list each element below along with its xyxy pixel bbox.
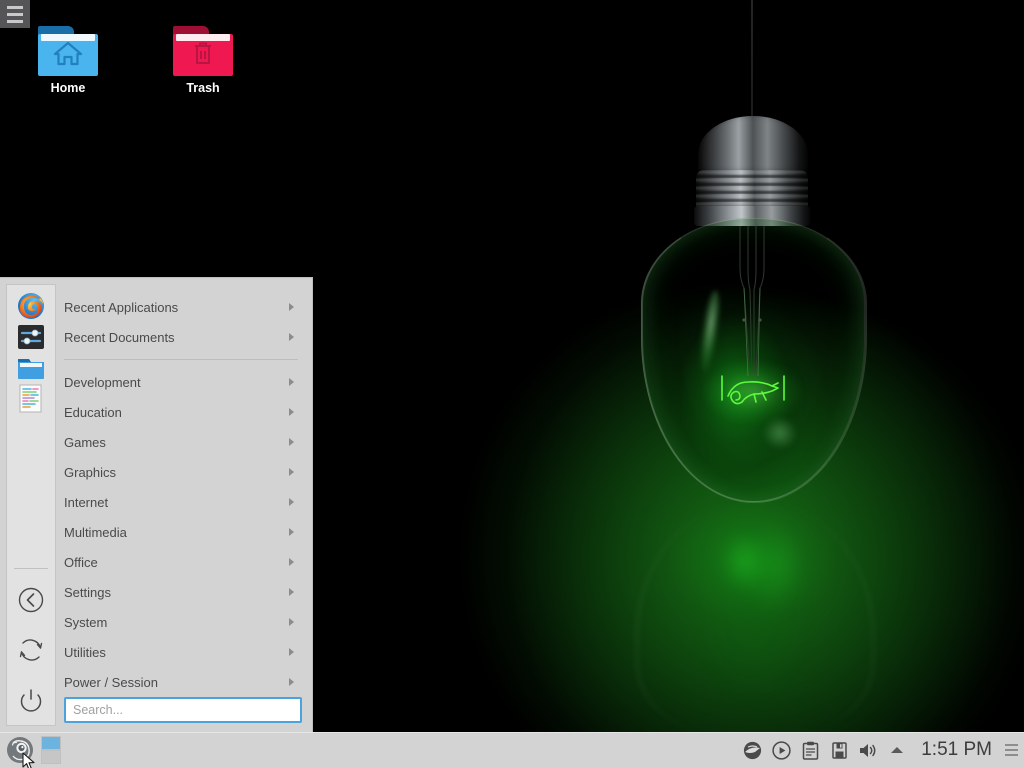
hamburger-line (7, 6, 23, 9)
hamburger-line (7, 20, 23, 23)
menu-item-label: Office (64, 555, 289, 570)
menu-item-power-session[interactable]: Power / Session (64, 667, 302, 697)
application-menu-panel: Recent Applications Recent Documents Devel… (0, 278, 312, 732)
menu-item-system[interactable]: System (64, 607, 302, 637)
favorite-settings[interactable] (9, 322, 53, 352)
submenu-arrow-icon (289, 378, 294, 386)
menu-item-office[interactable]: Office (64, 547, 302, 577)
submenu-arrow-icon (289, 618, 294, 626)
system-tray (742, 740, 915, 760)
menu-sidebar (6, 284, 56, 726)
menu-item-label: Power / Session (64, 675, 289, 690)
volume-icon[interactable] (858, 740, 878, 760)
menu-item-multimedia[interactable]: Multimedia (64, 517, 302, 547)
menu-item-label: Recent Applications (64, 300, 289, 315)
menu-item-recent-documents[interactable]: Recent Documents (64, 322, 302, 352)
clipboard-icon[interactable] (800, 740, 820, 760)
desktop-icon-label: Trash (155, 81, 251, 95)
submenu-arrow-icon (289, 498, 294, 506)
chameleon-filament-icon (716, 370, 790, 412)
submenu-arrow-icon (289, 558, 294, 566)
show-hidden-icon[interactable] (887, 740, 907, 760)
network-icon[interactable] (742, 740, 762, 760)
desktop-icon-trash[interactable]: Trash (155, 26, 251, 95)
session-restart-button[interactable] (9, 625, 53, 675)
desktop-icon-label: Home (20, 81, 116, 95)
submenu-arrow-icon (289, 303, 294, 311)
home-folder-icon (38, 26, 98, 76)
menu-item-label: Settings (64, 585, 289, 600)
menu-item-label: Games (64, 435, 289, 450)
favorite-firefox[interactable] (9, 291, 53, 321)
session-logout-button[interactable] (9, 575, 53, 625)
menu-item-recent-applications[interactable]: Recent Applications (64, 292, 302, 322)
opensuse-geeko-icon (6, 736, 34, 764)
search-input[interactable] (64, 697, 302, 723)
menu-item-development[interactable]: Development (64, 367, 302, 397)
menu-main-area: Recent Applications Recent Documents Devel… (56, 278, 312, 732)
submenu-arrow-icon (289, 333, 294, 341)
shutdown-icon (17, 686, 45, 714)
clock[interactable]: 1:51 PM (921, 739, 992, 761)
window-list[interactable] (61, 732, 742, 768)
firefox-icon (17, 292, 45, 320)
menu-item-internet[interactable]: Internet (64, 487, 302, 517)
menu-item-games[interactable]: Games (64, 427, 302, 457)
menu-item-label: Education (64, 405, 289, 420)
hamburger-line (1005, 749, 1018, 751)
menu-item-label: Internet (64, 495, 289, 510)
menu-item-label: Graphics (64, 465, 289, 480)
bulb-specular-dot (762, 418, 798, 448)
submenu-arrow-icon (289, 438, 294, 446)
menu-item-label: Development (64, 375, 289, 390)
hamburger-line (7, 13, 23, 16)
opensuse-start-button[interactable] (0, 732, 40, 768)
menu-item-graphics[interactable]: Graphics (64, 457, 302, 487)
favorite-file-manager[interactable] (9, 353, 53, 383)
workspace-1[interactable] (41, 736, 61, 750)
menu-item-label: System (64, 615, 289, 630)
desktop: Home Trash (0, 0, 1024, 768)
panel-menu-button[interactable] (1002, 740, 1020, 760)
submenu-arrow-icon (289, 648, 294, 656)
menu-item-label: Multimedia (64, 525, 289, 540)
menu-item-utilities[interactable]: Utilities (64, 637, 302, 667)
hamburger-line (1005, 754, 1018, 756)
workspace-2[interactable] (41, 750, 61, 764)
desktop-icon-home[interactable]: Home (20, 26, 116, 95)
logout-icon (17, 586, 45, 614)
hamburger-line (1005, 744, 1018, 746)
media-player-icon[interactable] (771, 740, 791, 760)
favorite-text-editor[interactable] (9, 384, 53, 414)
desktop-menu-button[interactable] (0, 0, 30, 28)
menu-item-education[interactable]: Education (64, 397, 302, 427)
sidebar-separator (14, 568, 48, 569)
submenu-arrow-icon (289, 468, 294, 476)
bulb-cap (698, 116, 808, 178)
submenu-arrow-icon (289, 408, 294, 416)
workspace-switcher[interactable] (41, 736, 61, 764)
text-editor-icon (18, 384, 44, 414)
taskbar: 1:51 PM (0, 732, 1024, 768)
trashcan-glyph (173, 40, 233, 71)
session-shutdown-button[interactable] (9, 675, 53, 725)
removable-media-icon[interactable] (829, 740, 849, 760)
submenu-arrow-icon (289, 588, 294, 596)
settings-mixer-icon (17, 324, 45, 350)
menu-item-settings[interactable]: Settings (64, 577, 302, 607)
menu-item-label: Utilities (64, 645, 289, 660)
menu-separator (64, 359, 298, 360)
menu-category-list: Recent Applications Recent Documents Devel… (64, 292, 302, 697)
submenu-arrow-icon (289, 528, 294, 536)
menu-item-label: Recent Documents (64, 330, 289, 345)
bulb-cord (751, 0, 753, 122)
submenu-arrow-icon (289, 678, 294, 686)
restart-icon (17, 636, 45, 664)
file-manager-icon (17, 356, 45, 381)
trash-folder-icon (173, 26, 233, 76)
house-glyph (38, 40, 98, 71)
